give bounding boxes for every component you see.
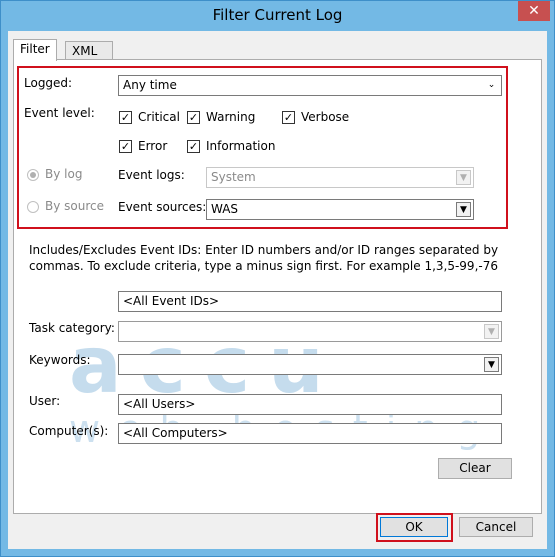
event-ids-value: <All Event IDs> bbox=[123, 294, 220, 308]
dropdown-arrow-icon[interactable]: ▼ bbox=[484, 324, 499, 339]
computer-label: Computer(s): bbox=[29, 424, 109, 438]
dropdown-arrow-icon[interactable]: ▼ bbox=[456, 202, 471, 217]
event-sources-select[interactable]: WAS ▼ bbox=[206, 199, 474, 220]
check-icon: ✓ bbox=[188, 111, 199, 124]
event-logs-select[interactable]: System ▼ bbox=[206, 167, 474, 188]
task-category-label: Task category: bbox=[29, 321, 115, 335]
tab-filter[interactable]: Filter bbox=[13, 39, 57, 61]
cancel-button-label: Cancel bbox=[475, 520, 517, 534]
by-source-radio[interactable] bbox=[27, 201, 39, 213]
check-icon: ✓ bbox=[120, 111, 131, 124]
dropdown-arrow-icon[interactable]: ▼ bbox=[484, 357, 499, 372]
event-logs-value: System bbox=[211, 170, 256, 184]
ok-button[interactable]: OK bbox=[380, 517, 448, 537]
check-icon: ✓ bbox=[120, 140, 131, 153]
by-log-label: By log bbox=[45, 167, 83, 181]
logged-select[interactable]: Any time ⌄ bbox=[118, 75, 502, 96]
event-sources-value: WAS bbox=[211, 202, 239, 216]
information-label: Information bbox=[206, 139, 276, 153]
computer-value: <All Computers> bbox=[123, 426, 228, 440]
close-icon: ✕ bbox=[528, 3, 540, 19]
logged-value: Any time bbox=[123, 78, 177, 92]
check-icon: ✓ bbox=[283, 111, 294, 124]
user-label: User: bbox=[29, 394, 61, 408]
user-input[interactable]: <All Users> bbox=[118, 394, 502, 415]
cancel-button[interactable]: Cancel bbox=[459, 517, 533, 537]
clear-button-label: Clear bbox=[459, 461, 491, 475]
dropdown-arrow-icon[interactable]: ▼ bbox=[456, 170, 471, 185]
clear-button[interactable]: Clear bbox=[438, 458, 512, 479]
information-checkbox[interactable]: ✓ bbox=[187, 140, 200, 153]
keywords-label: Keywords: bbox=[29, 353, 91, 367]
filter-dialog: Filter Current Log ✕ Filter XML accu web… bbox=[0, 0, 555, 557]
critical-checkbox[interactable]: ✓ bbox=[119, 111, 132, 124]
title-bar[interactable]: Filter Current Log ✕ bbox=[1, 1, 554, 31]
computer-input[interactable]: <All Computers> bbox=[118, 423, 502, 444]
tab-filter-label: Filter bbox=[20, 42, 50, 56]
event-logs-label: Event logs: bbox=[118, 168, 185, 182]
window-title: Filter Current Log bbox=[212, 6, 343, 24]
warning-checkbox[interactable]: ✓ bbox=[187, 111, 200, 124]
tab-xml-label: XML bbox=[72, 44, 98, 58]
user-value: <All Users> bbox=[123, 397, 196, 411]
tab-xml[interactable]: XML bbox=[65, 41, 113, 61]
radio-selected-dot bbox=[30, 172, 36, 178]
check-icon: ✓ bbox=[188, 140, 199, 153]
event-sources-label: Event sources: bbox=[118, 200, 207, 214]
event-ids-input[interactable]: <All Event IDs> bbox=[118, 291, 502, 312]
verbose-label: Verbose bbox=[301, 110, 350, 124]
error-checkbox[interactable]: ✓ bbox=[119, 140, 132, 153]
by-source-label: By source bbox=[45, 199, 104, 213]
task-category-select[interactable]: ▼ bbox=[118, 321, 502, 342]
event-level-label: Event level: bbox=[24, 106, 95, 120]
filter-tab-panel: accu web hosting Logged: Any time ⌄ Even… bbox=[13, 59, 542, 514]
logged-label: Logged: bbox=[24, 76, 73, 90]
close-button[interactable]: ✕ bbox=[518, 1, 550, 21]
ok-button-label: OK bbox=[405, 520, 423, 534]
by-log-radio[interactable] bbox=[27, 169, 39, 181]
event-ids-description: Includes/Excludes Event IDs: Enter ID nu… bbox=[29, 243, 499, 273]
dialog-client-area: Filter XML accu web hosting Logged: Any … bbox=[8, 31, 547, 549]
chevron-down-icon: ⌄ bbox=[487, 80, 496, 90]
verbose-checkbox[interactable]: ✓ bbox=[282, 111, 295, 124]
warning-label: Warning bbox=[206, 110, 256, 124]
critical-label: Critical bbox=[138, 110, 180, 124]
keywords-select[interactable]: ▼ bbox=[118, 354, 502, 375]
error-label: Error bbox=[138, 139, 168, 153]
